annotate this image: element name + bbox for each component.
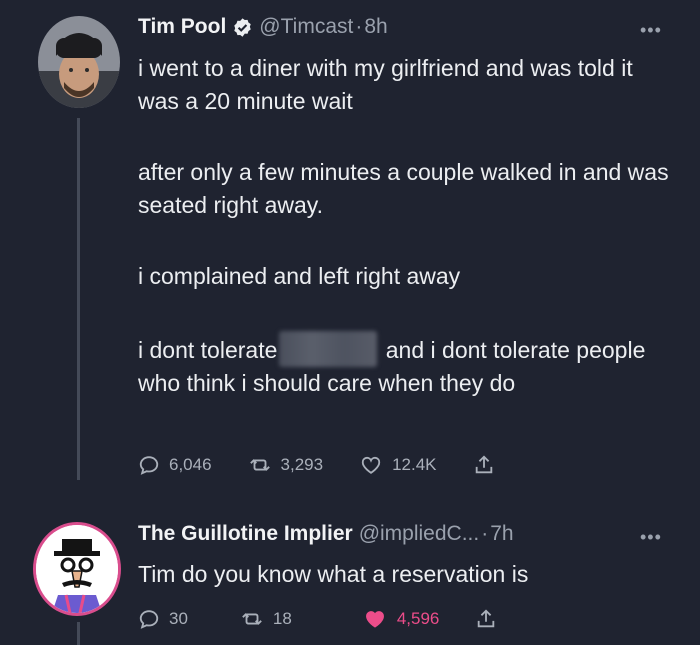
retweet-button[interactable]: 18 [240,608,292,630]
like-count: 4,596 [396,609,440,628]
like-count: 12.4K [392,455,437,474]
retweet-count: 3,293 [280,455,324,474]
heart-filled-icon [365,611,384,628]
tweet2-text: Tim do you know what a reservation is [138,561,529,587]
handle[interactable]: @impliedC... [359,522,480,546]
handle[interactable]: @Timcast [259,15,353,39]
more-dots-icon[interactable]: ••• [640,527,662,548]
retweet-button[interactable]: 3,293 [248,454,324,476]
avatar-guillotine-implier[interactable] [33,522,121,616]
reply-icon [139,456,159,475]
retweet-icon [242,613,262,625]
share-button[interactable] [473,454,495,476]
tweet-original[interactable]: Tim Pool @Timcast · 8h ••• i went to a d… [0,0,700,500]
timestamp[interactable]: 8h [364,15,387,39]
avatar-image [38,16,120,108]
share-button[interactable] [475,608,497,630]
redacted-blur [279,331,378,367]
separator-dot: · [481,522,489,545]
reply-button[interactable]: 30 [138,608,188,630]
separator-dot: · [355,15,363,38]
retweet-icon [249,459,270,471]
tweet1-paragraph-last: i dont tolerate and i dont tolerate peop… [138,331,678,400]
tweet1-paragraph: i went to a diner with my girlfriend and… [138,55,633,114]
display-name[interactable]: The Guillotine Implier [138,522,353,546]
tweet1-text: i went to a diner with my girlfriend and… [138,52,678,400]
share-icon [478,609,495,628]
reply-count: 6,046 [169,455,212,474]
like-button[interactable]: 12.4K [359,454,437,476]
tweet-reply[interactable]: The Guillotine Implier @impliedC... · 7h… [0,500,700,645]
avatar-image [36,525,118,613]
tweet2-actions: 30 18 4,596 [138,608,497,630]
tweet1-paragraph: after only a few minutes a couple walked… [138,159,669,218]
like-button-active[interactable]: 4,596 [362,608,440,630]
reply-icon [139,610,159,629]
reply-count: 30 [169,609,188,628]
tweet2-header: The Guillotine Implier @impliedC... · 7h [138,522,514,546]
retweet-count: 18 [272,609,292,628]
share-icon [475,455,492,474]
display-name[interactable]: Tim Pool [138,15,226,39]
timestamp[interactable]: 7h [490,522,513,546]
text-before-redaction: i dont tolerate [138,337,278,363]
more-dots-icon[interactable]: ••• [640,20,662,41]
tweet1-actions: 6,046 3,293 12.4K [138,454,495,476]
verified-badge-icon [232,17,253,38]
reply-button[interactable]: 6,046 [138,454,212,476]
tweet1-header: Tim Pool @Timcast · 8h [138,15,388,39]
heart-icon [361,456,381,474]
avatar-tim-pool[interactable] [38,16,120,108]
tweet1-paragraph: i complained and left right away [138,263,461,289]
